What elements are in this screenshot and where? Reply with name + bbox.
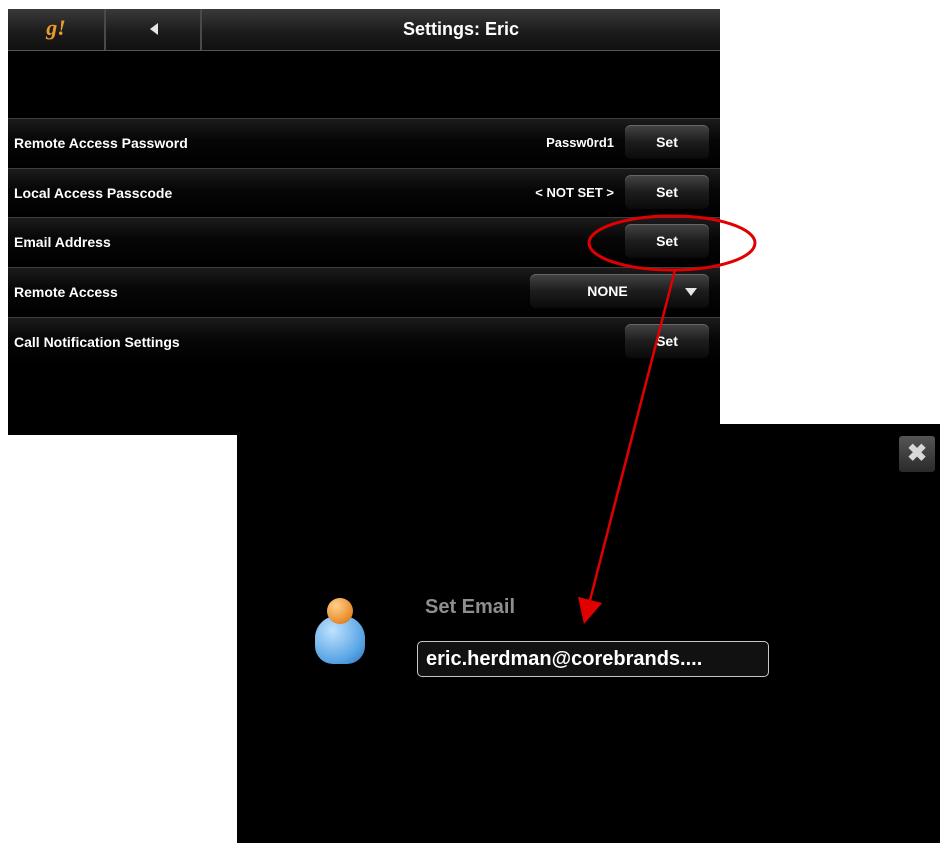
page-title: Settings: Eric <box>402 19 520 39</box>
row-value: < NOT SET > <box>535 185 614 200</box>
set-password-button[interactable]: Set <box>625 125 709 159</box>
row-label: Remote Access <box>14 284 118 300</box>
row-label: Remote Access Password <box>14 135 188 151</box>
user-icon <box>315 598 365 668</box>
row-value: Passw0rd1 <box>546 135 614 150</box>
close-button[interactable]: ✖ <box>899 436 935 472</box>
row-label: Email Address <box>14 234 111 250</box>
settings-row-call-notification: Call Notification Settings Set <box>8 317 720 366</box>
app-logo: g! <box>46 15 66 40</box>
settings-row-remote-access: Remote Access NONE <box>8 267 720 316</box>
email-input[interactable] <box>417 641 769 677</box>
settings-row-local-access-passcode: Local Access Passcode < NOT SET > Set <box>8 168 720 217</box>
close-icon: ✖ <box>906 440 928 467</box>
logo-cell[interactable]: g! <box>8 9 106 50</box>
set-email-popup: ✖ Set Email <box>237 424 940 843</box>
row-label: Call Notification Settings <box>14 334 180 350</box>
set-passcode-button[interactable]: Set <box>625 175 709 209</box>
dropdown-value: NONE <box>587 283 628 299</box>
remote-access-dropdown[interactable]: NONE <box>530 274 709 308</box>
popup-title: Set Email <box>425 596 516 618</box>
title-bar: g! Settings: Eric <box>8 9 720 51</box>
settings-panel: g! Settings: Eric Remote Access Password… <box>8 9 720 435</box>
user-head <box>327 598 353 624</box>
set-email-button[interactable]: Set <box>625 224 709 258</box>
settings-row-remote-access-password: Remote Access Password Passw0rd1 Set <box>8 118 720 167</box>
back-button[interactable] <box>106 9 202 50</box>
set-call-notification-button[interactable]: Set <box>625 324 709 358</box>
settings-row-email-address: Email Address Set <box>8 217 720 266</box>
row-label: Local Access Passcode <box>14 185 173 201</box>
back-arrow-icon <box>150 23 158 35</box>
chevron-down-icon <box>685 288 697 296</box>
